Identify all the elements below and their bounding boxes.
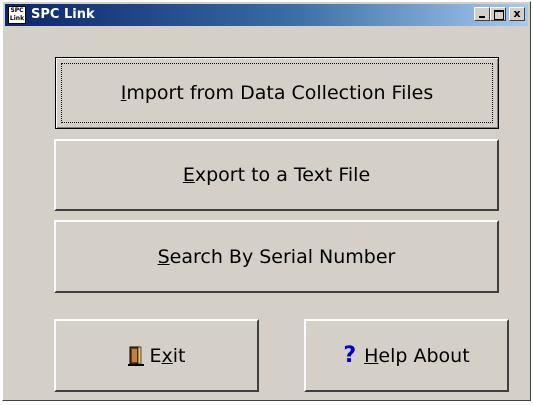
export-accelerator: E xyxy=(182,164,195,186)
app-icon-text-bottom: Link xyxy=(9,15,25,22)
exit-accelerator: x xyxy=(161,344,173,367)
export-to-text-file-button[interactable]: Export to a Text File xyxy=(54,139,499,211)
question-mark-icon: ? xyxy=(343,343,357,368)
help-button-label: Help About xyxy=(364,344,470,367)
maximize-icon xyxy=(494,10,504,20)
exit-button-label: Exit xyxy=(149,344,186,367)
exit-button[interactable]: Exit xyxy=(54,319,259,392)
search-accelerator: S xyxy=(157,245,170,268)
spc-link-window: SPC Link SPC Link x Import from Data Col… xyxy=(2,1,531,401)
maximize-button[interactable] xyxy=(490,7,506,21)
minimize-icon xyxy=(479,16,485,18)
window-title: SPC Link xyxy=(31,7,95,22)
close-icon: x xyxy=(513,7,521,20)
title-bar[interactable]: SPC Link SPC Link x xyxy=(5,4,528,26)
help-about-button[interactable]: ? Help About xyxy=(304,319,509,392)
search-by-serial-number-button[interactable]: Search By Serial Number xyxy=(54,220,499,293)
help-accelerator: H xyxy=(364,344,379,367)
spc-link-app-icon[interactable]: SPC Link xyxy=(8,6,26,24)
door-exit-icon xyxy=(127,346,144,366)
import-from-data-collection-files-button[interactable]: Import from Data Collection Files xyxy=(55,57,499,129)
export-button-label: Export to a Text File xyxy=(182,164,371,186)
app-icon-text-top: SPC xyxy=(10,7,24,14)
focus-rectangle xyxy=(61,63,493,123)
close-button[interactable]: x xyxy=(509,7,525,21)
search-button-label: Search By Serial Number xyxy=(157,245,396,268)
minimize-button[interactable] xyxy=(474,7,490,21)
